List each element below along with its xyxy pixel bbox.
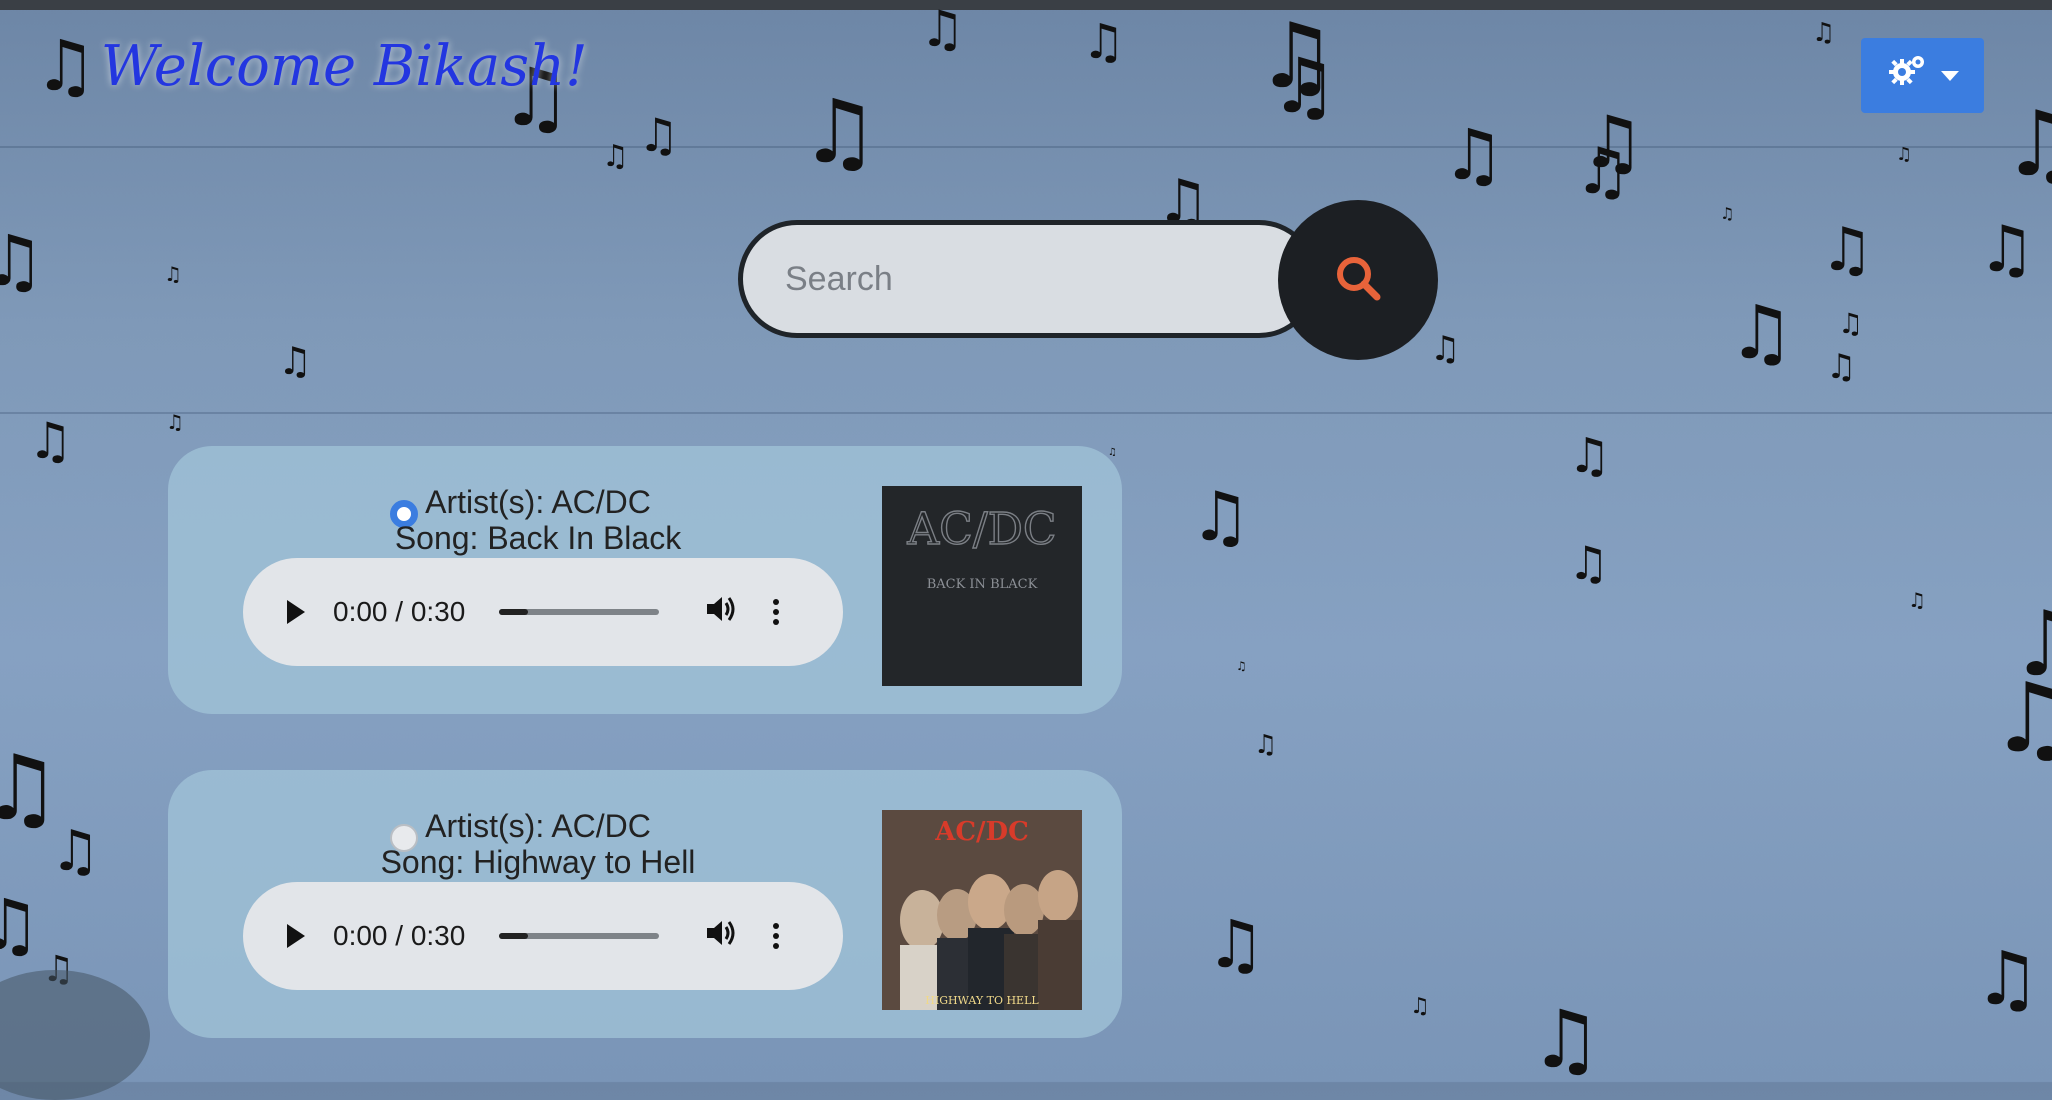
window-top-strip (0, 0, 2052, 10)
music-note-icon: ♫ (1254, 730, 1278, 760)
song-artist: Artist(s): AC/DC (425, 808, 651, 844)
music-note-icon: ♫ (0, 884, 41, 966)
music-note-icon: ♫ (1236, 659, 1247, 673)
music-note-icon: ♫ (1256, 4, 1337, 109)
music-note-icon: ♫ (278, 339, 313, 383)
song-artist: Artist(s): AC/DC (425, 484, 651, 520)
music-note-icon: ♫ (1728, 290, 1795, 376)
music-note-icon: ♫ (1826, 347, 1857, 387)
search-button[interactable] (1278, 200, 1438, 360)
audio-player: 0:00 / 0:30 (243, 558, 843, 666)
volume-icon[interactable] (705, 594, 739, 631)
music-note-icon: ♫ (1206, 906, 1266, 983)
divider-line (0, 146, 2052, 148)
svg-text:AC/DC: AC/DC (934, 817, 1029, 847)
album-cover: AC/DC HIGHWAY TO HELL (882, 810, 1082, 1010)
decorative-shape (0, 970, 150, 1100)
music-note-icon: ♫ (2010, 592, 2052, 697)
audio-player: 0:00 / 0:30 (243, 882, 843, 990)
svg-text:BACK IN BLACK: BACK IN BLACK (927, 577, 1038, 592)
song-title: Song: Highway to Hell (380, 844, 696, 880)
music-note-icon: ♫ (1838, 307, 1864, 340)
music-note-icon: ♫ (1990, 662, 2052, 774)
music-note-icon: ♫ (1720, 204, 1735, 223)
album-cover: AC/DC BACK IN BLACK (882, 486, 1082, 686)
music-note-icon: ♫ (1580, 100, 1645, 184)
audio-progress-bar[interactable] (499, 933, 659, 939)
audio-time: 0:00 / 0:30 (333, 920, 466, 951)
music-note-icon: ♫ (1410, 994, 1430, 1019)
music-note-icon: ♫ (1574, 135, 1632, 209)
music-note-icon: ♫ (1270, 41, 1339, 130)
music-note-icon: ♫ (0, 736, 61, 841)
music-note-icon: ♫ (638, 108, 680, 162)
audio-progress-fill (499, 609, 528, 615)
search-icon (1332, 252, 1384, 308)
music-note-icon: ♫ (1568, 536, 1610, 590)
welcome-header: ♫ Welcome Bikash! (34, 26, 588, 106)
search-bar (738, 200, 1438, 360)
music-note-icon: ♫ (1530, 993, 1602, 1086)
search-input[interactable] (738, 220, 1318, 338)
music-note-icon: ♫ (1812, 18, 1836, 48)
music-note-icon: ♫ (1908, 588, 1926, 612)
caret-down-icon (1940, 70, 1959, 81)
music-note-icon: ♫ (1190, 478, 1251, 557)
song-card: Artist(s): AC/DC Song: Back In Black 0:0… (168, 446, 1122, 714)
music-note-icon: ♫ (1978, 213, 2036, 287)
divider-line (0, 412, 2052, 414)
music-note-icon: ♫ (164, 262, 182, 286)
music-note-icon: ♫ (800, 80, 879, 183)
music-note-icon: ♫ (50, 819, 101, 884)
music-note-icon: ♫ (1568, 428, 1612, 484)
song-title: Song: Back In Black (394, 520, 682, 556)
music-note-icon: ♫ (1820, 215, 1874, 285)
music-note-icon: ♫ (0, 220, 45, 302)
music-note-icon: ♫ (1108, 447, 1117, 458)
audio-progress-bar[interactable] (499, 609, 659, 615)
music-note-icon: ♫ (1974, 936, 2041, 1022)
play-icon[interactable] (287, 924, 305, 948)
music-note-icon: ♫ (166, 410, 184, 434)
song-card: Artist(s): AC/DC Song: Highway to Hell 0… (168, 770, 1122, 1038)
music-note-icon: ♫ (28, 412, 73, 470)
gears-icon (1887, 52, 1927, 99)
svg-text:HIGHWAY TO HELL: HIGHWAY TO HELL (925, 994, 1039, 1007)
more-options-icon[interactable] (773, 923, 779, 949)
svg-text:AC/DC: AC/DC (906, 504, 1056, 555)
music-note-icon: ♫ (2002, 92, 2052, 197)
play-icon[interactable] (287, 600, 305, 624)
music-note-icon: ♫ (920, 0, 965, 58)
music-note-logo-icon: ♫ (34, 25, 97, 107)
more-options-icon[interactable] (773, 599, 779, 625)
settings-dropdown-button[interactable] (1861, 38, 1984, 113)
music-note-icon: ♫ (1442, 114, 1505, 196)
music-note-icon: ♫ (1896, 144, 1913, 165)
audio-progress-fill (499, 933, 528, 939)
music-note-icon: ♫ (1082, 14, 1126, 70)
welcome-text: Welcome Bikash! (100, 33, 588, 99)
volume-icon[interactable] (705, 918, 739, 955)
audio-time: 0:00 / 0:30 (333, 596, 466, 627)
